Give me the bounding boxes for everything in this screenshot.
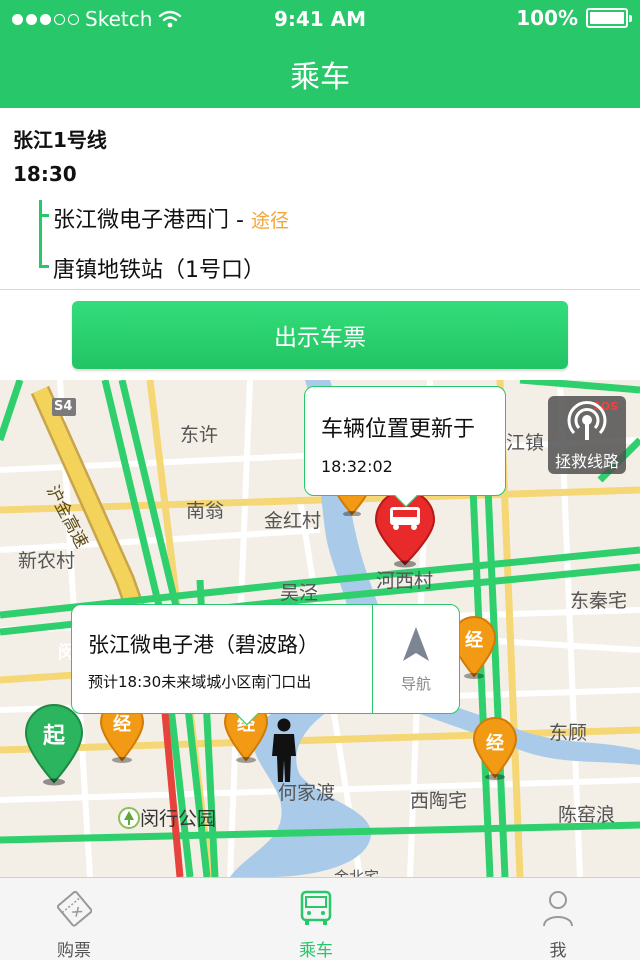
- map-place: 江镇: [506, 432, 545, 454]
- battery-status: 100%: [516, 6, 632, 30]
- stop-marker: [39, 214, 49, 217]
- park-icon: [118, 807, 140, 829]
- user-icon: [543, 891, 573, 927]
- origin-stop-name: 张江微电子港西门 -: [53, 208, 251, 233]
- map-place: 金北宅: [334, 868, 380, 877]
- line-name: 张江1号线: [13, 128, 107, 152]
- ticket-icon: [56, 890, 92, 927]
- status-bar: Sketch 9:41 AM 100%: [0, 0, 640, 38]
- user-location-icon: [272, 718, 296, 782]
- route-info: 张江1号线 18:30 张江微电子港西门 - 途径 唐镇地铁站（1号口）: [0, 108, 640, 290]
- map-place: 河西村: [376, 570, 434, 592]
- vehicle-info-bubble: 车辆位置更新于 18:32:02: [304, 386, 506, 508]
- origin-stop: 张江微电子港西门 - 途径: [53, 202, 289, 234]
- navigate-label: 导航: [400, 675, 431, 693]
- tab-buy-ticket[interactable]: 购票: [14, 878, 134, 960]
- map-place: 陈窑浪: [558, 804, 616, 826]
- map-place: 西陶宅: [410, 790, 468, 812]
- map-place: 吴泾: [280, 582, 319, 604]
- route-connector: [39, 200, 42, 268]
- destination-stop: 唐镇地铁站（1号口）: [53, 258, 265, 283]
- tab-label: 购票: [57, 941, 91, 960]
- navigation-arrow-icon: [403, 627, 429, 661]
- station-name: 张江微电子港（碧波路）: [88, 633, 319, 657]
- navigate-button[interactable]: 导航: [373, 605, 459, 713]
- map-place: 金红村: [264, 510, 322, 532]
- waypoint-pin[interactable]: 经: [471, 717, 519, 781]
- departure-time: 18:30: [13, 162, 77, 186]
- tab-label: 我: [549, 941, 567, 960]
- page-title: 乘车: [290, 60, 350, 95]
- waypoint-pin-label: 经: [486, 733, 504, 754]
- battery-percent: 100%: [516, 6, 578, 30]
- tab-ride[interactable]: 乘车: [256, 878, 376, 960]
- show-ticket-button[interactable]: 出示车票: [72, 301, 568, 369]
- map-place: 南翁: [186, 500, 225, 522]
- map-place: 东顾: [549, 722, 588, 744]
- via-link[interactable]: 途径: [251, 210, 289, 232]
- tab-bar: 购票 乘车 我: [0, 877, 640, 960]
- tab-label: 乘车: [299, 941, 333, 960]
- battery-icon: [586, 8, 632, 28]
- start-pin-label: 起: [42, 724, 65, 749]
- park-poi: 闵行公园: [118, 804, 216, 831]
- stop-marker: [39, 265, 49, 268]
- rescue-route-button[interactable]: SOS 拯救线路: [548, 396, 626, 474]
- broadcast-icon: [567, 401, 607, 440]
- road-shield-s4: S4: [54, 399, 73, 414]
- start-pin[interactable]: 起: [23, 702, 85, 788]
- tab-me[interactable]: 我: [498, 878, 618, 960]
- map-place: 东许: [180, 424, 219, 446]
- top-bar: Sketch 9:41 AM 100% 乘车: [0, 0, 640, 108]
- rescue-route-label: 拯救线路: [554, 452, 619, 471]
- park-name: 闵行公园: [140, 808, 217, 830]
- bus-icon: [300, 890, 332, 925]
- map-view[interactable]: S4 沪金高速 闵 东许 南翁 金红村 新农村 吴泾 河西村 东秦宅 江镇 东顾…: [0, 380, 640, 877]
- map-place: 新农村: [18, 550, 76, 572]
- vehicle-update-time: 18:32:02: [321, 457, 393, 476]
- station-eta: 预计18:30未来域城小区南门口出: [88, 673, 312, 691]
- station-info-bubble: 张江微电子港（碧波路） 预计18:30未来域城小区南门口出 导航: [71, 604, 460, 726]
- vehicle-update-title: 车辆位置更新于: [321, 417, 476, 442]
- map-place: 东秦宅: [570, 590, 628, 612]
